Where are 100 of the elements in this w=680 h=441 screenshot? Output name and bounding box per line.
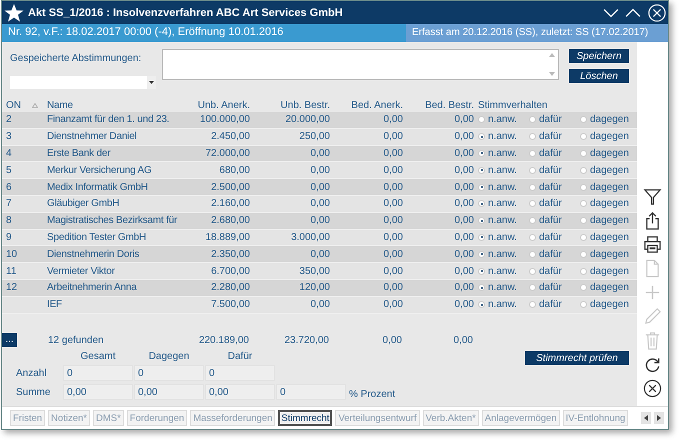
column-header[interactable]: Bed. Bestr.: [403, 100, 474, 110]
radio-button[interactable]: [529, 184, 536, 191]
radio-label[interactable]: dagegen: [590, 215, 629, 226]
radio-button[interactable]: [580, 116, 587, 124]
radio-button[interactable]: [478, 184, 485, 191]
sort-icon[interactable]: [32, 102, 38, 108]
table-row[interactable]: 6 Medix Informatik GmbH 2.500,00 0,00 0,00 0,00 n.anw. dafür dagegen: [2, 179, 637, 196]
scroll-down-icon[interactable]: [548, 71, 556, 77]
text-area[interactable]: [162, 49, 559, 80]
radio-button[interactable]: [529, 200, 536, 208]
radio-button[interactable]: [580, 133, 587, 140]
radio-label[interactable]: dagegen: [590, 114, 629, 126]
dropdown-field[interactable]: [10, 76, 156, 89]
radio-label[interactable]: dagegen: [590, 131, 629, 142]
radio-button[interactable]: [478, 250, 485, 258]
check-voting-button[interactable]: Stimmrecht prüfen: [525, 351, 629, 365]
radio-label[interactable]: dafür: [539, 282, 562, 294]
radio-button[interactable]: [478, 284, 485, 292]
column-header[interactable]: Bed. Anerk.: [330, 100, 403, 110]
radio-label[interactable]: dafür: [539, 164, 562, 176]
table-row[interactable]: IEF 7.500,00 0,00 0,00 0,00 n.anw. dafür dagegen: [2, 296, 637, 314]
table-row[interactable]: 8 Magistratisches Bezirksamt für 2.680,00 0,00 0,00 0,00 n.anw. dafür dagegen: [2, 212, 637, 230]
radio-label[interactable]: dagegen: [590, 148, 629, 159]
radio-label[interactable]: dafür: [539, 215, 562, 226]
radio-button[interactable]: [478, 116, 485, 124]
chevron-down-icon[interactable]: [602, 6, 620, 18]
column-header[interactable]: Name: [47, 100, 182, 110]
table-row[interactable]: 2 Finanzamt für den 1. und 23. 100.000,00 20.000,00 0,00 0,00 n.anw. dafür dagegen: [2, 112, 637, 129]
radio-button[interactable]: [580, 234, 587, 241]
scroll-right-icon[interactable]: [654, 412, 664, 424]
radio-label[interactable]: dafür: [539, 114, 562, 126]
column-header[interactable]: Unb. Anerk.: [182, 100, 250, 110]
radio-label[interactable]: n.anw.: [488, 299, 517, 310]
action-button[interactable]: Speichern: [569, 49, 629, 63]
radio-label[interactable]: dagegen: [590, 164, 629, 176]
radio-button[interactable]: [478, 200, 485, 208]
radio-button[interactable]: [529, 116, 536, 124]
radio-button[interactable]: [478, 301, 485, 308]
radio-label[interactable]: dagegen: [590, 182, 629, 193]
column-header[interactable]: Unb. Bestr.: [250, 100, 330, 110]
radio-label[interactable]: dafür: [539, 248, 562, 260]
column-header[interactable]: Stimmverhalten: [478, 100, 548, 110]
radio-button[interactable]: [580, 217, 587, 224]
radio-button[interactable]: [529, 133, 536, 140]
radio-button[interactable]: [580, 184, 587, 191]
radio-label[interactable]: n.anw.: [488, 164, 517, 176]
table-row[interactable]: 9 Spedition Tester GmbH 18.889,00 3.000,00 0,00 0,00 n.anw. dafür dagegen: [2, 230, 637, 246]
radio-label[interactable]: n.anw.: [488, 215, 517, 226]
radio-button[interactable]: [529, 217, 536, 224]
radio-label[interactable]: dagegen: [590, 198, 629, 210]
table-row[interactable]: 4 Erste Bank der 72.000,00 0,00 0,00 0,00 n.anw. dafür dagegen: [2, 146, 637, 162]
action-button[interactable]: Löschen: [569, 69, 629, 83]
radio-label[interactable]: dagegen: [590, 299, 629, 310]
table-row[interactable]: 7 Gläubiger GmbH 2.160,00 0,00 0,00 0,00 n.anw. dafür dagegen: [2, 196, 637, 213]
radio-label[interactable]: n.anw.: [488, 148, 517, 159]
radio-label[interactable]: n.anw.: [488, 282, 517, 294]
radio-label[interactable]: dagegen: [590, 282, 629, 294]
radio-button[interactable]: [580, 268, 587, 275]
radio-button[interactable]: [529, 268, 536, 275]
radio-button[interactable]: [478, 234, 485, 241]
radio-label[interactable]: dafür: [539, 182, 562, 193]
radio-label[interactable]: dafür: [539, 232, 562, 243]
radio-button[interactable]: [478, 166, 485, 174]
table-row[interactable]: 11 Vermieter Viktor 6.700,00 350,00 0,00 0,00 n.anw. dafür dagegen: [2, 263, 637, 280]
radio-label[interactable]: dafür: [539, 131, 562, 142]
table-row[interactable]: 3 Dienstnehmer Daniel 2.450,00 250,00 0,00 0,00 n.anw. dafür dagegen: [2, 128, 637, 146]
scroll-up-icon[interactable]: [548, 52, 556, 58]
radio-button[interactable]: [529, 301, 536, 308]
table-row[interactable]: 12 Arbeitnehmerin Anna 2.280,00 120,00 0,00 0,00 n.anw. dafür dagegen: [2, 280, 637, 297]
radio-label[interactable]: dagegen: [590, 232, 629, 243]
chevron-up-icon[interactable]: [624, 6, 642, 18]
radio-button[interactable]: [478, 150, 485, 157]
tab[interactable]: Stimmrecht: [278, 410, 332, 426]
scroll-left-icon[interactable]: [641, 412, 651, 424]
filter-icon[interactable]: [643, 187, 662, 206]
radio-button[interactable]: [478, 268, 485, 275]
radio-button[interactable]: [529, 166, 536, 174]
radio-label[interactable]: n.anw.: [488, 266, 517, 277]
radio-label[interactable]: dafür: [539, 266, 562, 277]
radio-label[interactable]: dagegen: [590, 266, 629, 277]
radio-button[interactable]: [529, 150, 536, 157]
radio-button[interactable]: [580, 250, 587, 258]
table-row[interactable]: 10 Dienstnehmerin Doris 2.350,00 0,00 0,00 0,00 n.anw. dafür dagegen: [2, 246, 637, 264]
radio-button[interactable]: [580, 200, 587, 208]
radio-label[interactable]: n.anw.: [488, 114, 517, 126]
radio-button[interactable]: [580, 301, 587, 308]
radio-label[interactable]: n.anw.: [488, 248, 517, 260]
radio-button[interactable]: [529, 284, 536, 292]
radio-button[interactable]: [478, 133, 485, 140]
radio-label[interactable]: n.anw.: [488, 198, 517, 210]
column-header[interactable]: ON: [2, 100, 27, 110]
radio-label[interactable]: n.anw.: [488, 131, 517, 142]
radio-button[interactable]: [580, 150, 587, 157]
radio-label[interactable]: dafür: [539, 148, 562, 159]
radio-button[interactable]: [529, 234, 536, 241]
radio-button[interactable]: [478, 217, 485, 224]
radio-button[interactable]: [580, 166, 587, 174]
radio-button[interactable]: [529, 250, 536, 258]
radio-label[interactable]: n.anw.: [488, 182, 517, 193]
radio-label[interactable]: dagegen: [590, 248, 629, 260]
